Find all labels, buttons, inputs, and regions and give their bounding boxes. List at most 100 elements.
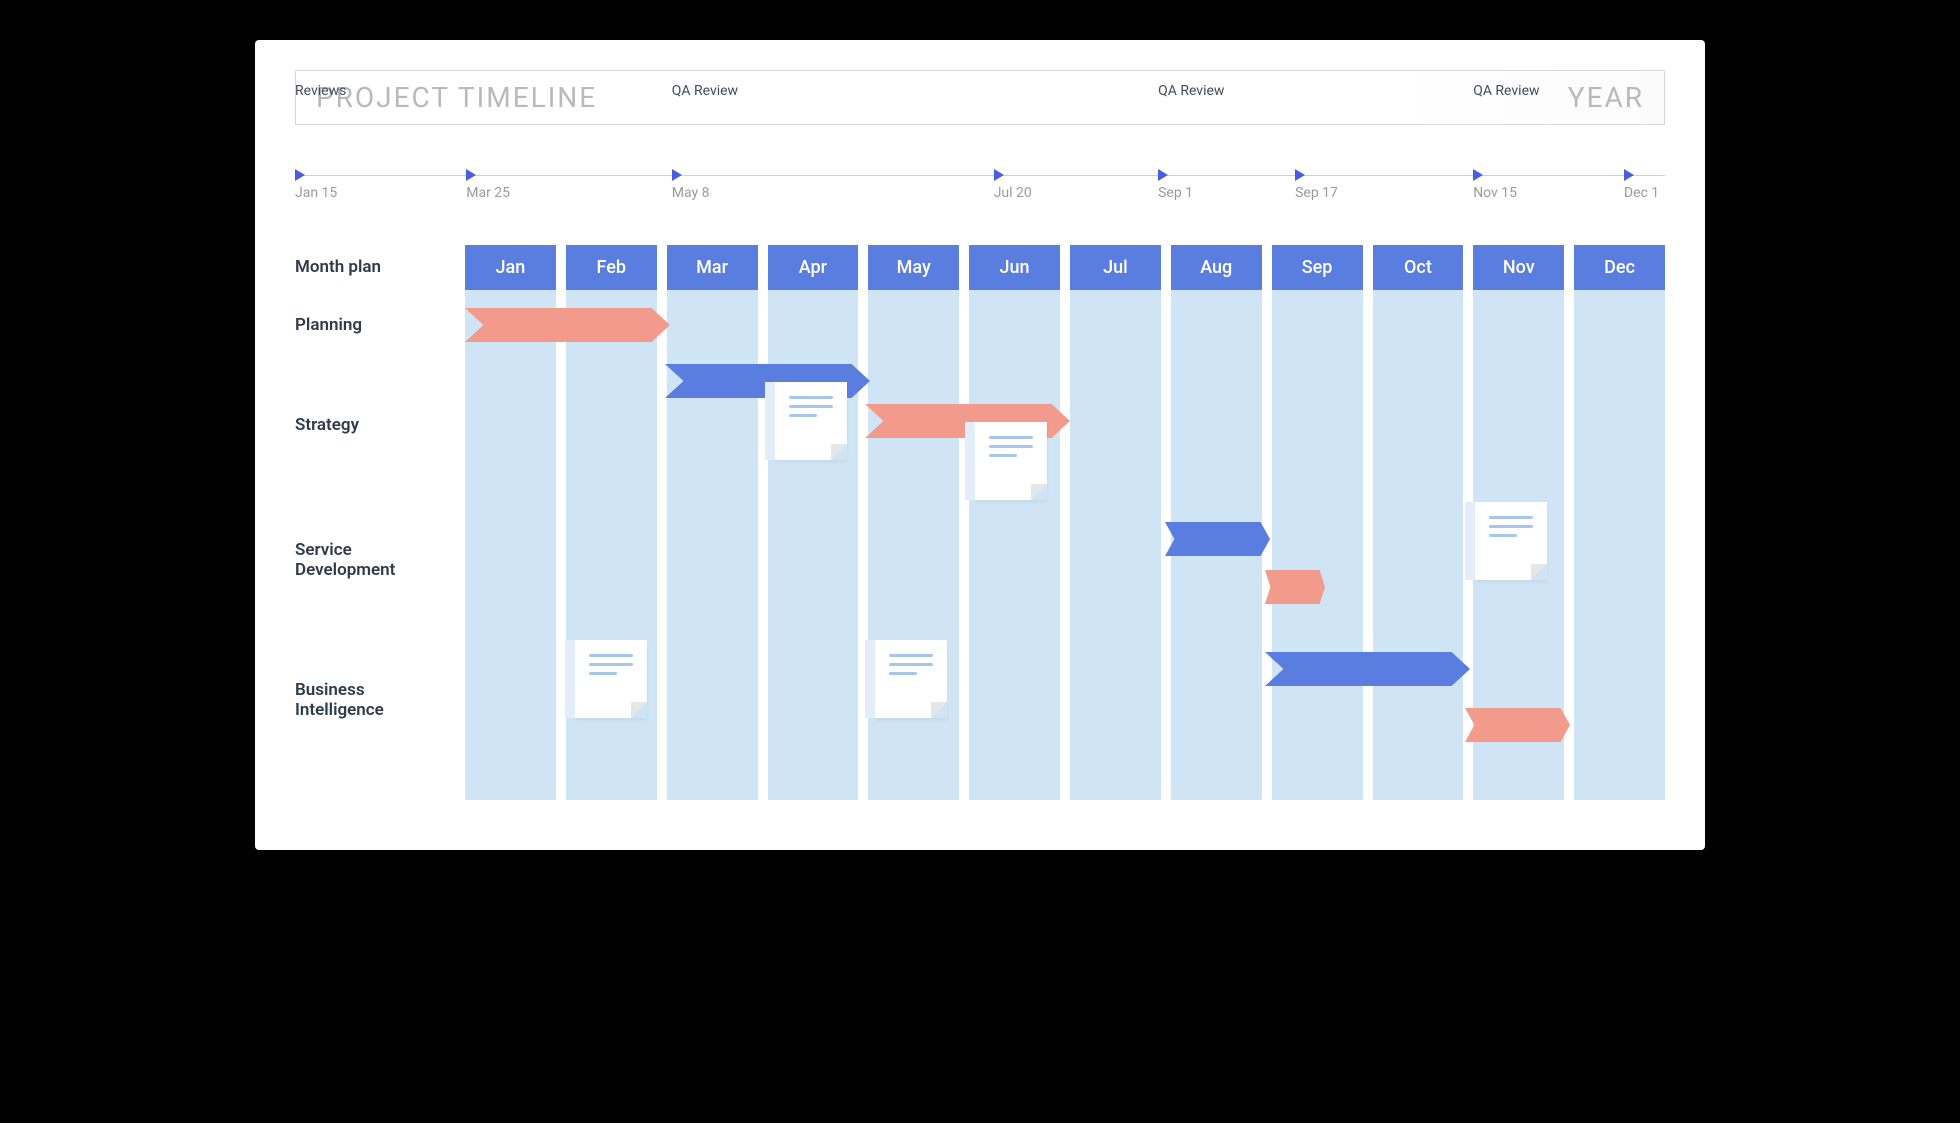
milestone-top-label: QA Review: [672, 83, 738, 99]
row-label-business: Business Intelligence: [295, 630, 455, 770]
milestones-strip: ReviewsJan 15Mar 25QA ReviewMay 8Jul 20Q…: [295, 145, 1665, 215]
gantt-cell: [1070, 770, 1161, 800]
gantt-grid: Month plan Jan Feb Mar Apr May Jun Jul A…: [295, 245, 1665, 800]
milestone-arrow-icon: [994, 169, 1004, 181]
month-header: Dec: [1574, 245, 1665, 290]
gantt-cell: [1171, 290, 1262, 360]
gantt-cell: [1272, 360, 1363, 490]
gantt-cell: [667, 490, 758, 630]
gantt-cell: [868, 490, 959, 630]
gantt-cell: [969, 630, 1060, 770]
page-title: PROJECT TIMELINE: [316, 81, 597, 114]
milestone-arrow-icon: [1473, 169, 1483, 181]
gantt-cell: [465, 770, 556, 800]
gantt-cell: [1473, 290, 1564, 360]
gantt-cell: [1473, 630, 1564, 770]
gantt-cell: [566, 290, 657, 360]
month-header: Jan: [465, 245, 556, 290]
gantt-cell: [566, 490, 657, 630]
month-header: May: [868, 245, 959, 290]
milestone-date: Mar 25: [466, 185, 510, 201]
gantt-cell: [1272, 770, 1363, 800]
gantt-cell: [1574, 290, 1665, 360]
month-header: Jun: [969, 245, 1060, 290]
milestone-top-label: QA Review: [1473, 83, 1539, 99]
year-label: YEAR: [1568, 81, 1644, 114]
milestone-date: Sep 1: [1158, 185, 1193, 201]
gantt-cell: [1070, 490, 1161, 630]
gantt-cell: [667, 290, 758, 360]
milestone-date: Nov 15: [1473, 185, 1517, 201]
gantt-cell: [1373, 360, 1464, 490]
gantt-cell: [1473, 360, 1564, 490]
gantt-cell: [465, 290, 556, 360]
milestone-top-label: Reviews: [295, 83, 346, 99]
month-header: Nov: [1473, 245, 1564, 290]
gantt-cell: [667, 630, 758, 770]
month-header: Feb: [566, 245, 657, 290]
gantt-cell: [1070, 290, 1161, 360]
gantt-cell: [1171, 770, 1262, 800]
gantt-cell: [465, 490, 556, 630]
month-header: Oct: [1373, 245, 1464, 290]
gantt-cell: [1473, 770, 1564, 800]
gantt-cell: [1574, 490, 1665, 630]
gantt-cell: [1574, 630, 1665, 770]
gantt-cell: [969, 360, 1060, 490]
row-label-planning: Planning: [295, 290, 455, 360]
month-plan-label: Month plan: [295, 245, 455, 290]
month-header: Sep: [1272, 245, 1363, 290]
gantt-cell: [1272, 630, 1363, 770]
gantt-cell: [1171, 490, 1262, 630]
gantt-cell: [768, 490, 859, 630]
milestone-date: Sep 17: [1295, 185, 1338, 201]
milestone-top-label: QA Review: [1158, 83, 1224, 99]
month-header: Apr: [768, 245, 859, 290]
gantt-cell: [969, 770, 1060, 800]
gantt-cell: [465, 360, 556, 490]
milestone-arrow-icon: [1158, 169, 1168, 181]
milestone-arrow-icon: [295, 169, 305, 181]
milestone-date: May 8: [672, 185, 710, 201]
gantt-cell: [1373, 290, 1464, 360]
gantt-cell: [1373, 770, 1464, 800]
gantt-cell: [1070, 630, 1161, 770]
gantt-cell: [1574, 360, 1665, 490]
gantt-cell: [1373, 490, 1464, 630]
gantt-cell: [667, 360, 758, 490]
gantt-cell: [868, 290, 959, 360]
gantt-cell: [1373, 630, 1464, 770]
gantt-cell: [1171, 630, 1262, 770]
gantt-cell: [868, 360, 959, 490]
gantt-cell: [1574, 770, 1665, 800]
gantt-cell: [1070, 360, 1161, 490]
milestone-line: [295, 175, 1665, 176]
milestone-arrow-icon: [1295, 169, 1305, 181]
month-header: Mar: [667, 245, 758, 290]
title-bar: PROJECT TIMELINE YEAR: [295, 70, 1665, 125]
gantt-cell: [1272, 490, 1363, 630]
month-header: Aug: [1171, 245, 1262, 290]
milestone-date: Dec 1: [1624, 185, 1659, 201]
gantt-cell: [768, 630, 859, 770]
gantt-cell: [566, 360, 657, 490]
milestone-arrow-icon: [1624, 169, 1634, 181]
gantt-cell: [566, 630, 657, 770]
gantt-cell: [868, 770, 959, 800]
milestone-arrow-icon: [672, 169, 682, 181]
milestone-arrow-icon: [466, 169, 476, 181]
gantt-cell: [768, 290, 859, 360]
timeline-frame: PROJECT TIMELINE YEAR Reviews Jan 15 Mar 2…: [255, 40, 1705, 850]
gantt-cell: [1272, 290, 1363, 360]
gantt-cell: [667, 770, 758, 800]
row-label-strategy: Strategy: [295, 360, 455, 490]
gantt-cell: [566, 770, 657, 800]
milestone-date: Jul 20: [994, 185, 1032, 201]
milestone-date: Jan 15: [295, 185, 337, 201]
gantt-cell: [768, 360, 859, 490]
row-label-pad: [295, 770, 455, 800]
month-header: Jul: [1070, 245, 1161, 290]
row-label-service: Service Development: [295, 490, 455, 630]
gantt-cell: [1473, 490, 1564, 630]
gantt-cell: [969, 490, 1060, 630]
